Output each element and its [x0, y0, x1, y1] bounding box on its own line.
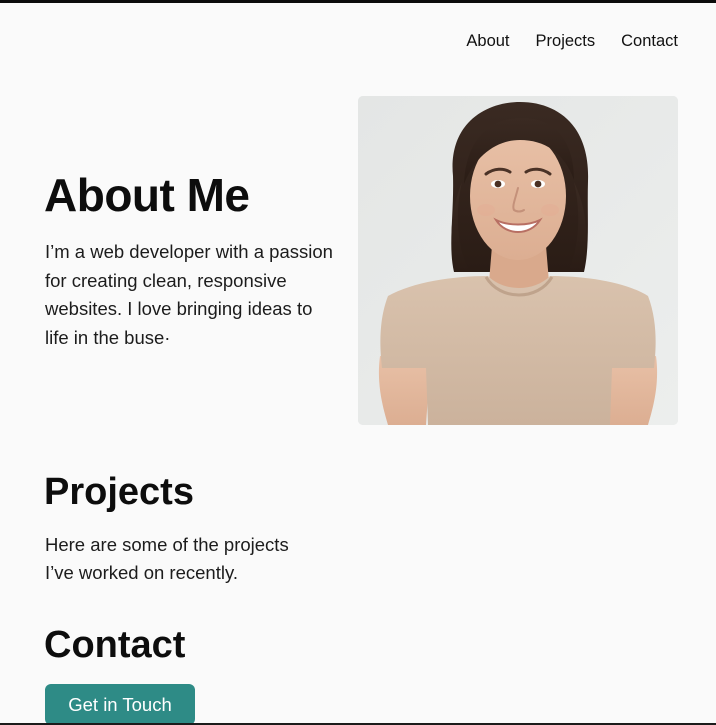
get-in-touch-button[interactable]: Get in Touch	[45, 684, 195, 725]
projects-heading: Projects	[44, 471, 194, 513]
main-nav: About Projects Contact	[466, 32, 678, 51]
top-border	[0, 0, 716, 3]
about-description: I’m a web developer with a passion for c…	[45, 241, 333, 348]
contact-heading: Contact	[44, 624, 186, 666]
profile-photo	[358, 96, 678, 425]
projects-description: Here are some of the projects I’ve worke…	[45, 534, 289, 583]
nav-link-contact[interactable]: Contact	[621, 32, 678, 51]
nav-link-projects[interactable]: Projects	[536, 32, 596, 51]
nav-link-about[interactable]: About	[466, 32, 509, 51]
about-heading: About Me	[44, 169, 250, 221]
